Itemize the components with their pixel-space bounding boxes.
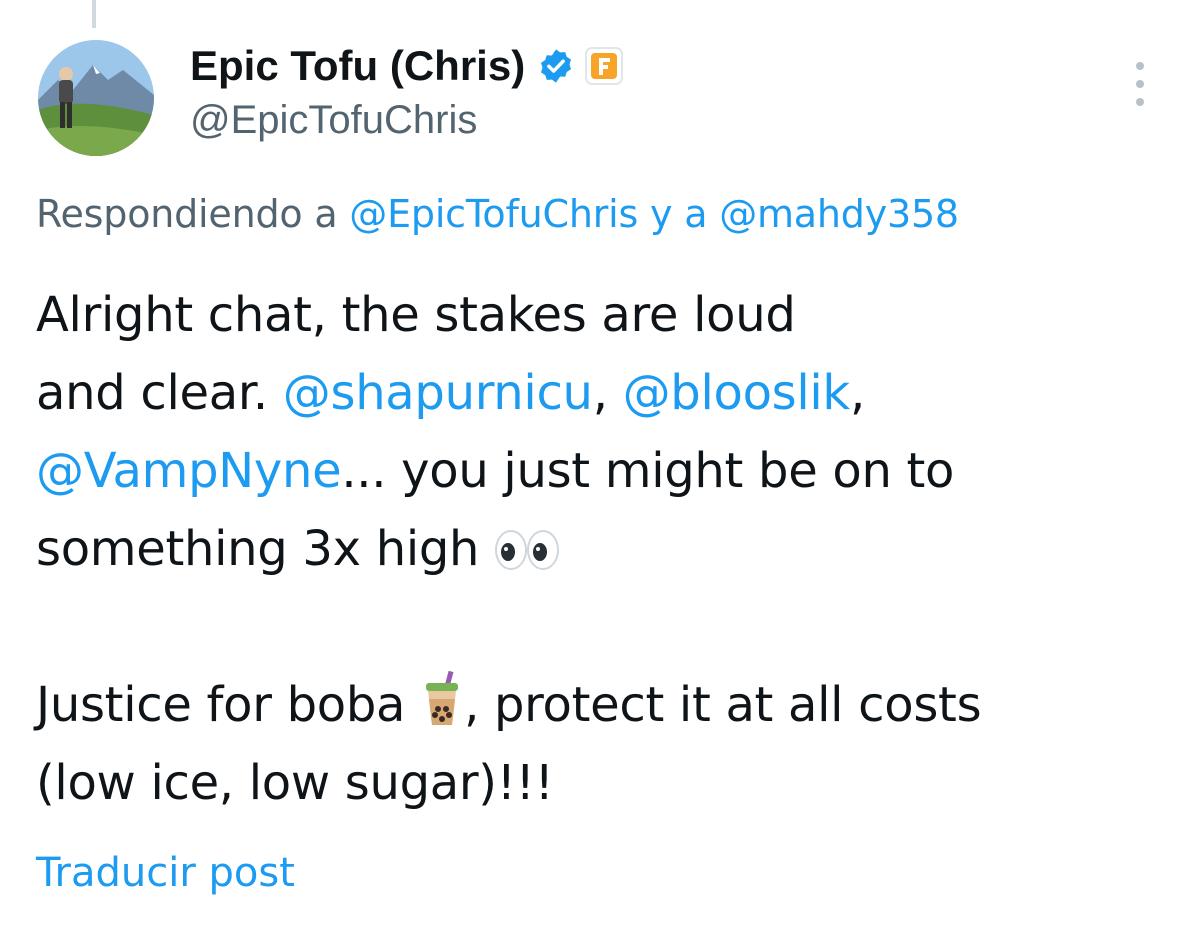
thread-connector-line [92, 0, 96, 28]
author-display-name[interactable]: Epic Tofu (Chris) [190, 42, 525, 90]
mention-shapurnicu[interactable]: @shapurnicu [283, 365, 593, 421]
tweet-line-6: (low ice, low sugar)!!! [36, 744, 1176, 822]
tweet-text-segment: something 3x high [36, 521, 480, 577]
tweet-text-segment: Justice for boba [36, 677, 406, 733]
translate-post-link[interactable]: Traducir post [36, 850, 295, 896]
tweet-text-segment: Alright chat, the stakes are loud [36, 287, 796, 343]
affiliate-badge-icon[interactable] [585, 47, 624, 85]
reply-prefix: Respondiendo a [36, 192, 338, 236]
tweet-text-segment: , protect it at all costs [464, 677, 982, 733]
reply-mention-2[interactable]: @mahdy358 [719, 192, 959, 236]
eyes-emoji-icon [494, 516, 560, 594]
more-options-icon[interactable] [1122, 62, 1158, 106]
tweet-text-segment: (low ice, low sugar)!!! [36, 755, 554, 811]
tweet-line-5: Justice for boba , protect it at all cos… [36, 666, 1176, 744]
tweet-text-segment: , [592, 365, 623, 421]
tweet-line-4: something 3x high [36, 510, 1176, 588]
tweet-line-3: @VampNyne... you just might be on to [36, 432, 1176, 510]
reply-context: Respondiendo a @EpicTofuChris y a @mahdy… [36, 192, 959, 236]
verified-badge-icon[interactable] [537, 47, 575, 85]
tweet-text-segment: , [849, 365, 865, 421]
avatar[interactable] [38, 40, 154, 156]
mention-vampnyne[interactable]: @VampNyne [36, 443, 342, 499]
bubble-tea-icon [420, 670, 464, 750]
reply-joiner[interactable]: y a [650, 192, 707, 236]
mention-blooslik[interactable]: @blooslik [623, 365, 851, 421]
tweet-text: Alright chat, the stakes are loud and cl… [36, 276, 1176, 822]
author-name-row[interactable]: Epic Tofu (Chris) [190, 36, 624, 96]
reply-mention-1[interactable]: @EpicTofuChris [349, 192, 638, 236]
tweet-text-segment: ... you just might be on to [341, 443, 955, 499]
tweet-line-1: Alright chat, the stakes are loud [36, 276, 1176, 354]
author-handle[interactable]: @EpicTofuChris [190, 98, 477, 143]
tweet-line-2: and clear. @shapurnicu, @blooslik, [36, 354, 1176, 432]
tweet-text-segment: and clear. [36, 365, 283, 421]
